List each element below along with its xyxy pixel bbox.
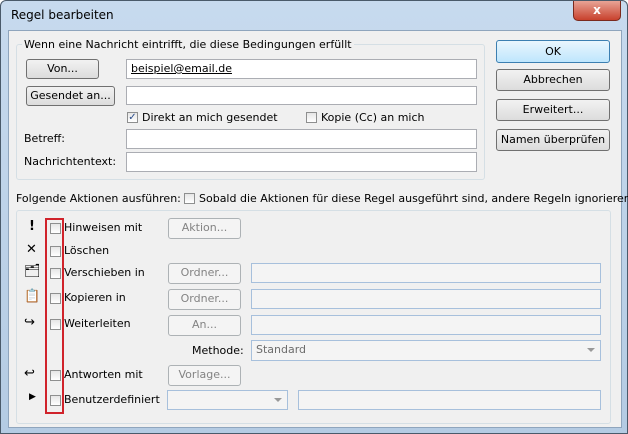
sent-to-input[interactable] [126,86,477,105]
cc-label: Kopie (Cc) an mich [321,111,425,124]
method-value: Standard [256,343,307,356]
custom-input[interactable] [298,390,601,410]
check-names-button[interactable]: Namen überprüfen [496,129,610,151]
conditions-legend: Wenn eine Nachricht eintrifft, die diese… [22,38,354,51]
delete-label: Löschen [64,244,110,257]
direct-checkbox[interactable]: ✓ [127,112,138,123]
body-label: Nachrichtentext: [24,155,117,168]
from-input[interactable]: beispiel@email.de [126,59,477,79]
exclamation-icon: ! [29,219,35,234]
expand-arrow-icon: ▶ [29,392,36,402]
reply-template-button[interactable]: Vorlage... [168,365,241,386]
close-button[interactable]: x [573,1,621,21]
move-folder-icon: 🗂 [24,264,41,279]
move-label: Verschieben in [64,266,145,279]
method-select[interactable]: Standard [251,340,601,361]
method-label: Methode: [192,344,244,357]
subject-label: Betreff: [24,132,65,145]
delete-checkbox[interactable] [50,246,61,257]
body-input[interactable] [126,152,477,172]
ok-button[interactable]: OK [496,40,610,63]
forward-label: Weiterleiten [64,317,131,330]
dialog-title: Regel bearbeiten [11,8,114,22]
forward-to-button[interactable]: An... [168,315,241,336]
custom-select[interactable] [167,390,288,410]
copy-checkbox[interactable] [50,293,61,304]
cc-checkbox[interactable] [306,112,317,123]
delete-x-icon: ✕ [26,242,37,257]
notify-label: Hinweisen mit [64,221,143,234]
reply-label: Antworten mit [64,368,143,381]
advanced-button[interactable]: Erweitert... [496,99,610,121]
actions-heading: Folgende Aktionen ausführen: [16,192,181,205]
chevron-down-icon [274,398,282,402]
forward-icon: ↪ [24,315,35,330]
copy-folder-button[interactable]: Ordner... [168,289,241,310]
stop-rules-label: Sobald die Aktionen für diese Regel ausg… [199,192,628,205]
reply-icon: ↩ [24,366,35,381]
stop-rules-checkbox[interactable] [184,193,195,204]
custom-label: Benutzerdefiniert [64,393,160,406]
notify-checkbox[interactable] [50,223,61,234]
copy-folder-icon: 📋 [24,289,41,304]
custom-checkbox[interactable] [50,395,61,406]
subject-input[interactable] [126,129,477,149]
reply-checkbox[interactable] [50,370,61,381]
sent-to-button[interactable]: Gesendet an... [26,86,115,106]
move-folder-input[interactable] [251,263,601,283]
forward-to-input[interactable] [251,315,601,335]
copy-folder-input[interactable] [251,289,601,309]
move-checkbox[interactable] [50,268,61,279]
chevron-down-icon [587,348,595,352]
copy-label: Kopieren in [64,291,126,304]
forward-checkbox[interactable] [50,319,61,330]
cancel-button[interactable]: Abbrechen [496,69,610,91]
notify-action-button[interactable]: Aktion... [168,218,241,239]
from-button[interactable]: Von... [26,59,99,79]
move-folder-button[interactable]: Ordner... [168,263,241,284]
direct-label: Direkt an mich gesendet [142,111,278,124]
